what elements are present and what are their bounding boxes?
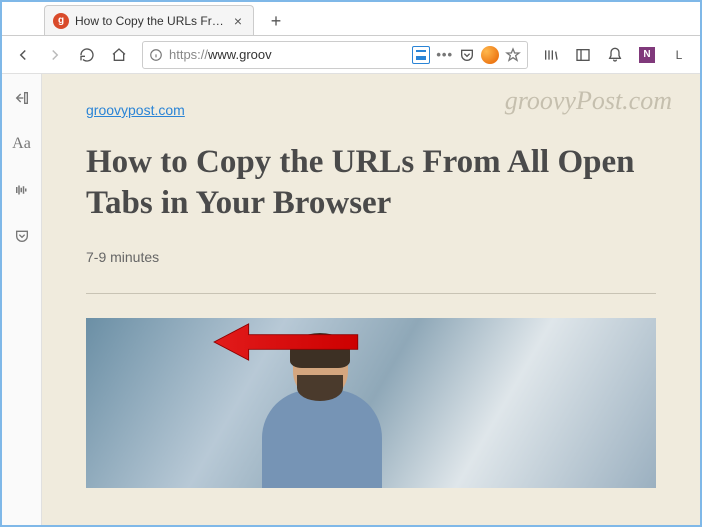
info-icon[interactable] (149, 48, 163, 62)
save-pocket-icon[interactable] (8, 222, 36, 250)
bookmark-star-icon[interactable] (505, 47, 521, 63)
close-tab-icon[interactable]: × (231, 14, 245, 28)
content-area: Aa groovyPost.com groovypost.com How to … (2, 74, 700, 525)
onenote-icon[interactable]: N (632, 40, 662, 70)
url-bar[interactable]: https://www.groov ••• (142, 41, 528, 69)
sidebar-toggle-icon[interactable] (568, 40, 598, 70)
narrate-icon[interactable] (8, 176, 36, 204)
article-title: How to Copy the URLs From All Open Tabs … (86, 142, 656, 225)
notifications-icon[interactable] (600, 40, 630, 70)
toolbar: https://www.groov ••• N L (2, 36, 700, 74)
forward-button[interactable] (40, 40, 70, 70)
browser-tab[interactable]: g How to Copy the URLs From All Open Tab… (44, 5, 254, 35)
font-controls-button[interactable]: Aa (8, 130, 36, 158)
new-tab-button[interactable]: + (262, 7, 290, 35)
read-time: 7-9 minutes (86, 249, 656, 265)
back-button[interactable] (8, 40, 38, 70)
reload-button[interactable] (72, 40, 102, 70)
reader-view: groovyPost.com groovypost.com How to Cop… (42, 74, 700, 525)
close-reader-icon[interactable] (8, 84, 36, 112)
home-button[interactable] (104, 40, 134, 70)
watermark: groovyPost.com (505, 86, 672, 116)
library-icon[interactable] (536, 40, 566, 70)
article-hero-image (86, 318, 656, 488)
reader-sidebar: Aa (2, 74, 42, 525)
tab-strip: g How to Copy the URLs From All Open Tab… (2, 2, 700, 36)
tab-favicon: g (53, 13, 69, 29)
more-icon[interactable]: ••• (436, 47, 453, 62)
account-button[interactable]: L (664, 40, 694, 70)
divider (86, 293, 656, 294)
pocket-icon[interactable] (459, 47, 475, 63)
toolbar-right: N L (536, 40, 694, 70)
firefox-icon[interactable] (481, 46, 499, 64)
reader-mode-icon[interactable] (412, 46, 430, 64)
site-link[interactable]: groovypost.com (86, 102, 185, 118)
url-text: https://www.groov (169, 47, 406, 62)
tab-title: How to Copy the URLs From All Open Tabs (75, 14, 225, 28)
